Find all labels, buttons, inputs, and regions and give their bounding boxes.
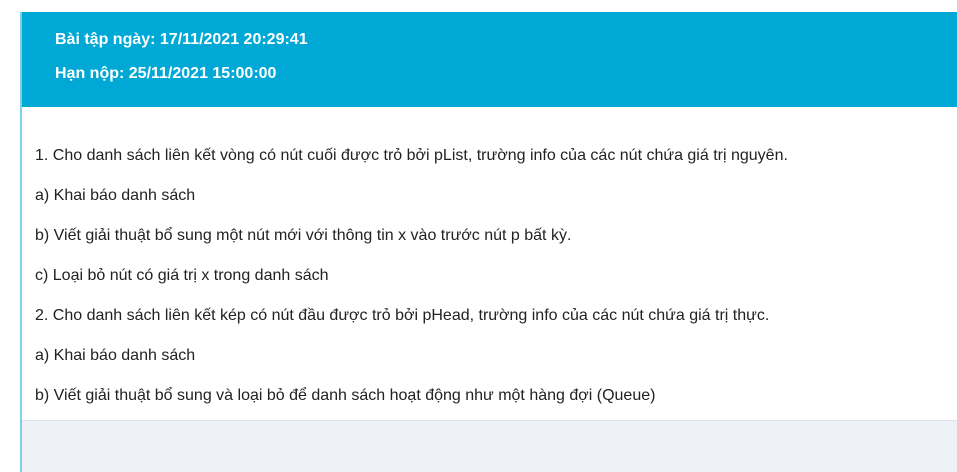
assignment-body: 1. Cho danh sách liên kết vòng có nút cu… (22, 107, 957, 421)
question-1b: b) Viết giải thuật bổ sung một nút mới v… (35, 227, 572, 244)
question-1: 1. Cho danh sách liên kết vòng có nút cu… (35, 147, 788, 164)
question-2: 2. Cho danh sách liên kết kép có nút đầu… (35, 307, 770, 324)
assignment-card: Bài tập ngày: 17/11/2021 20:29:41 Hạn nộ… (20, 12, 957, 472)
due-date: Hạn nộp: 25/11/2021 15:00:00 (55, 65, 277, 82)
question-1c: c) Loại bỏ nút có giá trị x trong danh s… (35, 267, 329, 284)
question-2b: b) Viết giải thuật bổ sung và loại bỏ để… (35, 387, 656, 404)
question-2a: a) Khai báo danh sách (35, 347, 196, 364)
assigned-date: Bài tập ngày: 17/11/2021 20:29:41 (55, 31, 308, 48)
assignment-header: Bài tập ngày: 17/11/2021 20:29:41 Hạn nộ… (22, 12, 957, 107)
question-1a: a) Khai báo danh sách (35, 187, 196, 204)
